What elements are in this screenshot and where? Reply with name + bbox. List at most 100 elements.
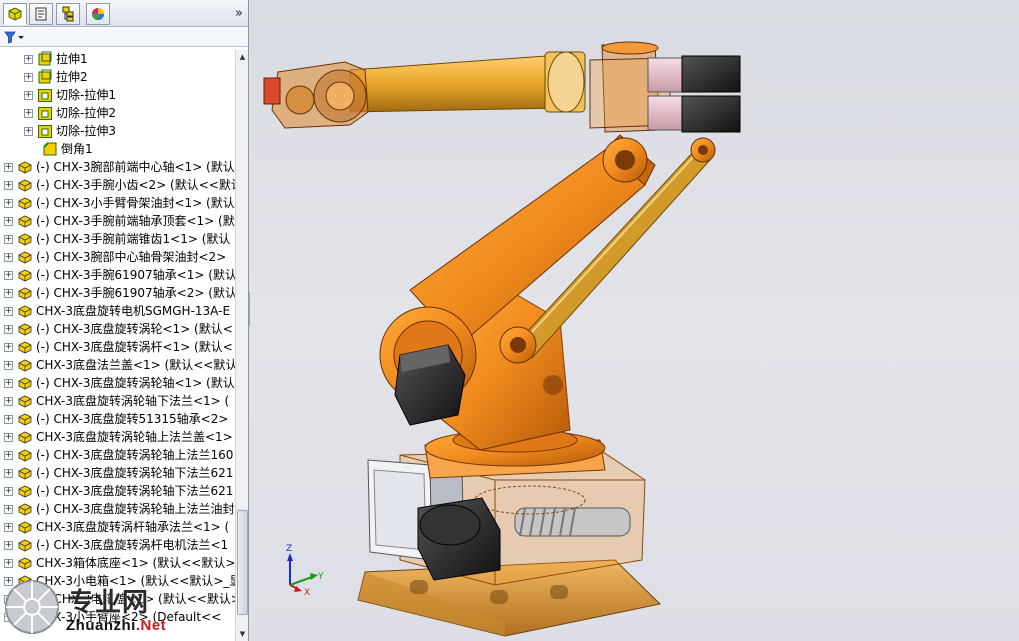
tree-item-label: CHX-3底盘旋转电机SGMGH-13A-E (36, 304, 231, 318)
tree-item[interactable]: + (-) CHX-3底盘旋转涡轮轴上法兰160 (4, 446, 235, 464)
tree-item[interactable]: + (-) CHX-3手腕前端轴承顶套<1> (默认 (4, 212, 235, 230)
tree-item-label: (-) CHX-3手腕小齿<2> (默认<<默认 (36, 178, 235, 192)
tree-item[interactable]: + 切除-拉伸2 (24, 104, 235, 122)
tree-item[interactable]: + (-) CHX-3手腕前端锥齿1<1> (默认 (4, 230, 235, 248)
scroll-thumb[interactable] (237, 510, 248, 615)
part-icon (17, 357, 33, 373)
expand-toggle-icon[interactable]: + (4, 198, 13, 208)
coordinate-triad: Z Y X (286, 544, 324, 598)
expand-toggle-icon[interactable]: + (4, 540, 13, 550)
tree-item[interactable]: + CHX-3箱体底座<1> (默认<<默认> (4, 554, 235, 572)
expand-toggle-icon[interactable]: + (4, 414, 13, 424)
expand-toggle-icon[interactable]: + (4, 468, 13, 478)
expand-toggle-icon[interactable]: + (4, 324, 13, 334)
expand-toggle-icon[interactable]: + (4, 234, 13, 244)
expand-toggle-icon[interactable]: + (4, 396, 13, 406)
part-icon (17, 375, 33, 391)
tree-item[interactable]: + (-) CHX-3手腕小齿<2> (默认<<默认 (4, 176, 235, 194)
tree-item-label: (-) CHX-3小手臂骨架油封<1> (默认 (36, 196, 235, 210)
tree-item[interactable]: + (-) CHX-3腕部中心轴骨架油封<2> (4, 248, 235, 266)
expand-toggle-icon[interactable]: + (24, 126, 33, 136)
expand-toggle-icon[interactable]: + (24, 72, 33, 82)
cut-extrude-icon (37, 87, 53, 103)
tree-item-label: (-) CHX-3底盘旋转涡杆<1> (默认< (36, 340, 233, 354)
tree-item-label: (-) CHX-3底盘旋转涡杆电机法兰<1 (36, 538, 229, 552)
configuration-manager-tab[interactable] (56, 3, 80, 25)
scroll-up-icon[interactable]: ▲ (236, 50, 248, 64)
tree-item[interactable]: 倒角1 (42, 140, 235, 158)
part-icon (17, 555, 33, 571)
expand-toggle-icon[interactable]: + (4, 522, 13, 532)
tree-item[interactable]: + (-) CHX-3手腕61907轴承<1> (默认 (4, 266, 235, 284)
panel-tab-bar: » (0, 0, 248, 27)
triad-x-label: X (304, 588, 310, 598)
expand-toggle-icon[interactable]: + (4, 270, 13, 280)
tree-item-label: (-) CHX-3底盘旋转涡轮轴下法兰621 (36, 466, 234, 480)
tree-scrollbar[interactable]: ▲ ▼ (235, 50, 248, 641)
tree-item[interactable]: + (-) CHX-3底盘旋转涡轮<1> (默认< (4, 320, 235, 338)
shoulder-motor[interactable] (394, 344, 466, 426)
filter-bar (0, 28, 248, 47)
expand-toggle-icon[interactable]: + (24, 90, 33, 100)
tree-item[interactable]: + (-) CHX-3底盘旋转涡轮轴<1> (默认 (4, 374, 235, 392)
elbow-joint[interactable] (602, 137, 648, 183)
tree-item[interactable]: + (-) CHX-3底盘旋转涡轮轴下法兰621 (4, 482, 235, 500)
tree-item-label: 切除-拉伸1 (56, 88, 116, 102)
tree-item[interactable]: + 切除-拉伸1 (24, 86, 235, 104)
expand-panel-button[interactable]: » (235, 6, 243, 21)
tree-item[interactable]: + CHX-3底盘旋转涡杆轴承法兰<1> ( (4, 518, 235, 536)
tree-item[interactable]: + (-) CHX-3底盘旋转涡杆<1> (默认< (4, 338, 235, 356)
expand-toggle-icon[interactable]: + (4, 342, 13, 352)
part-icon (17, 465, 33, 481)
expand-toggle-icon[interactable]: + (4, 558, 13, 568)
upper-arm[interactable] (349, 51, 586, 113)
tree-item[interactable]: + 切除-拉伸3 (24, 122, 235, 140)
tree-item[interactable]: + (-) CHX-3腕部前端中心轴<1> (默认<<默认 (4, 158, 235, 176)
robot-arm-model[interactable]: Z Y X (250, 0, 1019, 641)
expand-toggle-icon[interactable]: + (24, 54, 33, 64)
scroll-down-icon[interactable]: ▼ (236, 627, 248, 641)
expand-toggle-icon[interactable]: + (4, 162, 13, 172)
part-icon (17, 429, 33, 445)
tree-item[interactable]: + (-) CHX-3底盘旋转51315轴承<2> (4, 410, 235, 428)
base-motor[interactable] (417, 497, 501, 581)
expand-toggle-icon[interactable]: + (4, 252, 13, 262)
expand-toggle-icon[interactable]: + (4, 180, 13, 190)
tree-item[interactable]: + CHX-3底盘旋转涡轮轴上法兰盖<1> (4, 428, 235, 446)
expand-toggle-icon[interactable]: + (4, 360, 13, 370)
tree-item[interactable]: + (-) CHX-3底盘旋转涡杆电机法兰<1 (4, 536, 235, 554)
tree-item[interactable]: + 拉伸1 (24, 50, 235, 68)
graphics-viewport[interactable]: Z Y X (250, 0, 1019, 641)
tree-item[interactable]: + (-) CHX-3底盘旋转涡轮轴上法兰油封 (4, 500, 235, 518)
part-icon (17, 285, 33, 301)
display-manager-tab[interactable] (86, 3, 110, 25)
tree-item[interactable]: + 拉伸2 (24, 68, 235, 86)
filter-button[interactable] (4, 30, 30, 45)
tree-item[interactable]: + (-) CHX-3手腕61907轴承<2> (默认 (4, 284, 235, 302)
expand-toggle-icon[interactable]: + (4, 504, 13, 514)
filter-icon (4, 31, 24, 44)
tree-item-label: (-) CHX-3底盘旋转涡轮<1> (默认< (36, 322, 233, 336)
tree-item[interactable]: + CHX-3底盘旋转涡轮轴下法兰<1> ( (4, 392, 235, 410)
expand-toggle-icon[interactable]: + (24, 108, 33, 118)
cut-extrude-icon (37, 123, 53, 139)
part-icon (17, 303, 33, 319)
expand-toggle-icon[interactable]: + (4, 306, 13, 316)
expand-toggle-icon[interactable]: + (4, 486, 13, 496)
tree-item[interactable]: + CHX-3底盘旋转电机SGMGH-13A-E (4, 302, 235, 320)
tree-item[interactable]: + (-) CHX-3小手臂骨架油封<1> (默认 (4, 194, 235, 212)
part-icon (17, 231, 33, 247)
feature-manager-tab[interactable] (3, 3, 27, 25)
expand-toggle-icon[interactable]: + (4, 216, 13, 226)
tree-item[interactable]: + (-) CHX-3底盘旋转涡轮轴下法兰621 (4, 464, 235, 482)
expand-toggle-icon[interactable]: + (4, 288, 13, 298)
expand-toggle-icon[interactable]: + (4, 432, 13, 442)
tree-item-label: (-) CHX-3手腕前端锥齿1<1> (默认 (36, 232, 231, 246)
part-icon (17, 501, 33, 517)
tree-item[interactable]: + CHX-3底盘法兰盖<1> (默认<<默认 (4, 356, 235, 374)
expand-toggle-icon[interactable]: + (4, 378, 13, 388)
part-icon (17, 339, 33, 355)
expand-toggle-icon[interactable]: + (4, 450, 13, 460)
wrist-head[interactable] (263, 61, 369, 129)
property-manager-tab[interactable] (29, 3, 53, 25)
